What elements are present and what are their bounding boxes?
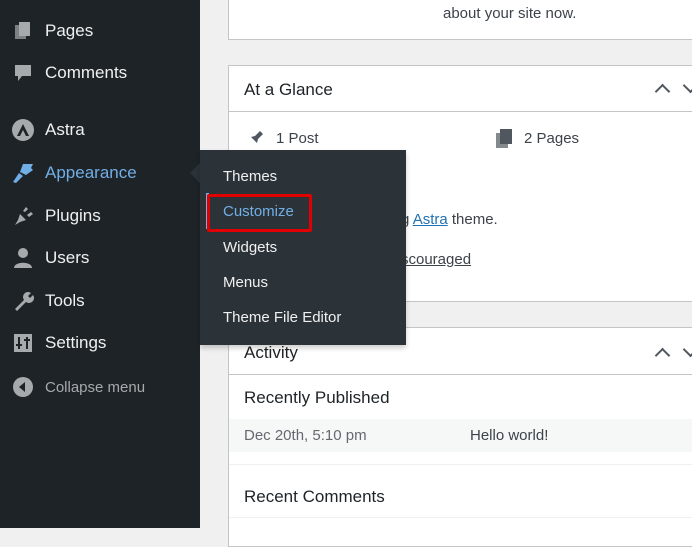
theme-link[interactable]: Astra — [413, 211, 448, 228]
sidebar-item-tools[interactable]: Tools — [0, 281, 200, 321]
plug-icon — [11, 204, 35, 228]
appearance-submenu: Themes Customize Widgets Menus Theme Fil… — [200, 150, 406, 345]
submenu-item-menus[interactable]: Menus — [223, 272, 268, 294]
comments-icon — [11, 61, 35, 85]
search-engines-discouraged-link[interactable]: scouraged — [401, 251, 471, 268]
sidebar-item-settings[interactable]: Settings — [0, 323, 200, 363]
divider — [229, 517, 692, 518]
welcome-panel: about your site now. — [228, 0, 692, 40]
collapse-arrow-icon — [11, 375, 35, 399]
sidebar-item-users[interactable]: Users — [0, 238, 200, 278]
list-item: Dec 20th, 5:10 pm Hello world! — [229, 419, 692, 452]
submenu-item-themes[interactable]: Themes — [223, 166, 277, 188]
posts-count-link[interactable]: 1 Post — [276, 130, 319, 147]
flyout-pointer — [190, 163, 200, 183]
user-icon — [11, 246, 35, 270]
astra-icon — [11, 118, 35, 142]
admin-sidebar: Pages Comments Astra Appearance Plugins … — [0, 0, 200, 528]
chevron-down-icon[interactable] — [682, 77, 692, 94]
sidebar-item-pages[interactable]: Pages — [0, 11, 200, 51]
highlight-box — [207, 194, 312, 232]
pages-count-link[interactable]: 2 Pages — [524, 130, 579, 147]
chevron-up-icon[interactable] — [654, 83, 671, 100]
pages-icon — [11, 19, 35, 43]
post-link[interactable]: Hello world! — [470, 427, 548, 444]
sidebar-item-appearance[interactable]: Appearance — [0, 153, 200, 193]
pages-icon — [496, 129, 514, 154]
divider — [229, 464, 692, 465]
sidebar-item-comments[interactable]: Comments — [0, 53, 200, 93]
collapse-menu-button[interactable]: Collapse menu — [0, 367, 200, 407]
settings-sliders-icon — [11, 331, 35, 355]
chevron-down-icon[interactable] — [682, 341, 692, 358]
submenu-item-widgets[interactable]: Widgets — [223, 237, 277, 259]
widget-header: At a Glance — [229, 66, 692, 112]
chevron-up-icon[interactable] — [654, 347, 671, 364]
activity-widget: Activity Recently Published Dec 20th, 5:… — [228, 327, 692, 547]
submenu-item-theme-file-editor[interactable]: Theme File Editor — [223, 307, 341, 329]
paintbrush-icon — [11, 161, 35, 185]
sidebar-item-plugins[interactable]: Plugins — [0, 196, 200, 236]
sidebar-item-astra[interactable]: Astra — [0, 110, 200, 150]
wrench-icon — [11, 289, 35, 313]
